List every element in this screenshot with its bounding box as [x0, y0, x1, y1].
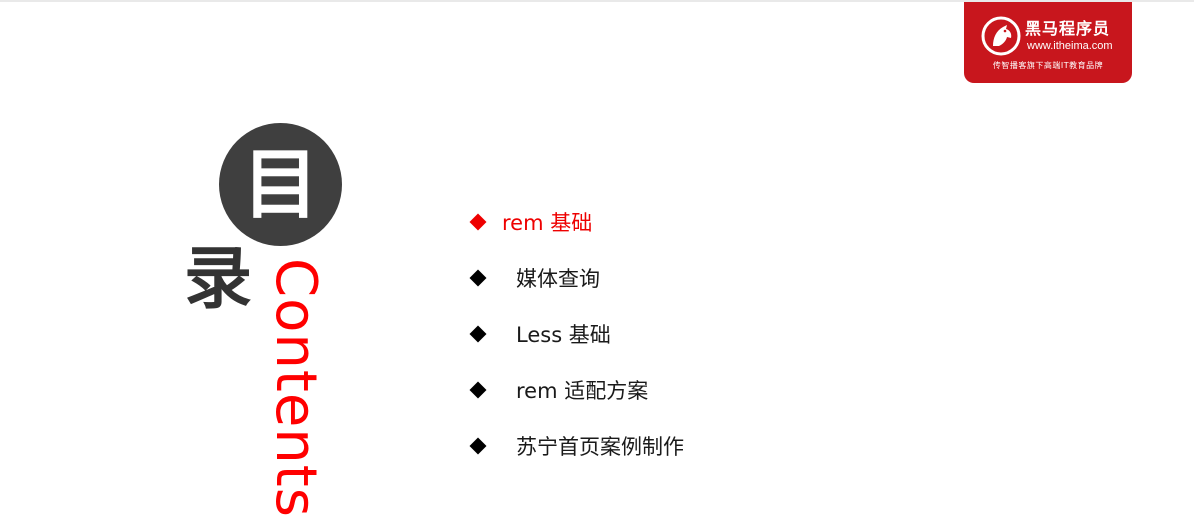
brand-url: www.itheima.com: [1027, 40, 1113, 52]
title-char-mu: 目: [242, 140, 319, 229]
diamond-bullet-icon: [469, 437, 487, 455]
toc-item-label: 媒体查询: [516, 267, 600, 291]
brand-name: 黑马程序员: [1025, 19, 1111, 38]
toc-item-label: Less 基础: [516, 323, 611, 347]
diamond-bullet-icon: [469, 381, 487, 399]
horse-head-icon: [981, 16, 1021, 56]
brand-logo: 黑马程序员 www.itheima.com 传智播客旗下高端IT教育品牌: [964, 2, 1132, 83]
toc-item-less-basics[interactable]: Less 基础: [466, 306, 684, 362]
diamond-bullet-icon: [469, 325, 487, 343]
toc-item-rem-basics[interactable]: rem 基础: [466, 194, 684, 250]
toc-item-media-queries[interactable]: 媒体查询: [466, 250, 684, 306]
toc-item-label: rem 适配方案: [516, 379, 649, 403]
contents-word: Contents: [263, 258, 328, 518]
toc-item-suning-homepage[interactable]: 苏宁首页案例制作: [466, 418, 684, 474]
toc-list: rem 基础 媒体查询 Less 基础 rem 适配方案 苏宁首页案例制作: [466, 194, 684, 474]
title-circle: 目: [219, 123, 342, 246]
diamond-bullet-icon: [469, 269, 487, 287]
title-char-lu: 录: [183, 240, 252, 319]
brand-tagline: 传智播客旗下高端IT教育品牌: [992, 61, 1104, 70]
diamond-bullet-icon: [469, 213, 487, 231]
toc-item-label: rem 基础: [502, 211, 593, 235]
toc-item-rem-adaptation[interactable]: rem 适配方案: [466, 362, 684, 418]
contents-vertical-label: Contents: [263, 258, 328, 518]
toc-item-label: 苏宁首页案例制作: [516, 435, 684, 459]
